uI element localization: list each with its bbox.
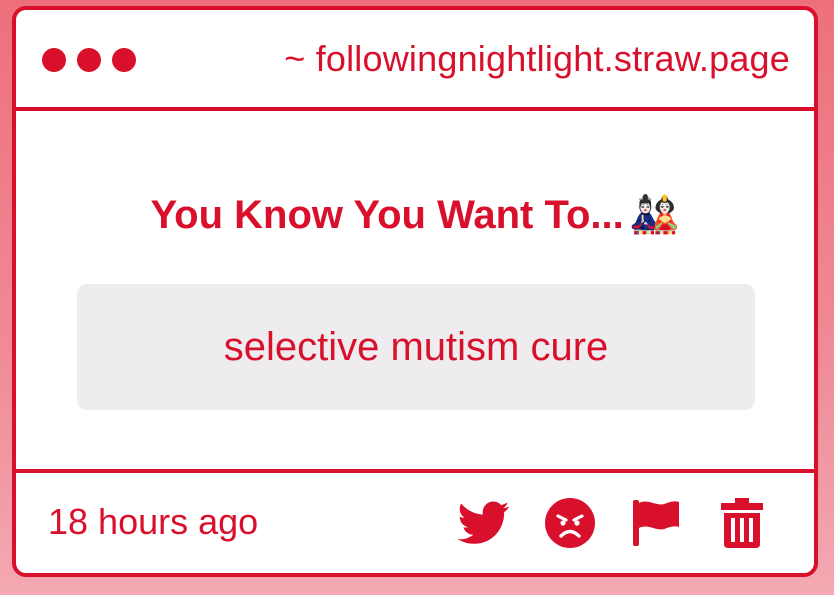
angry-face-icon (545, 498, 595, 548)
window-controls (42, 48, 136, 72)
report-flag-button[interactable] (630, 497, 682, 549)
answer-text: selective mutism cure (223, 324, 609, 369)
trash-icon (721, 498, 763, 548)
window-dot-3[interactable] (112, 48, 136, 72)
twitter-share-button[interactable] (458, 497, 510, 549)
action-bar (458, 497, 768, 549)
dolls-emoji-icon: 🎎 (629, 193, 680, 237)
post-card: ~ followingnightlight.straw.page You Kno… (12, 6, 818, 577)
post-content: You Know You Want To... 🎎 selective mutis… (16, 111, 814, 469)
post-title-text: You Know You Want To... (150, 193, 624, 237)
post-footer: 18 hours ago (16, 469, 814, 573)
flag-icon (633, 500, 679, 546)
delete-button[interactable] (716, 497, 768, 549)
window-titlebar: ~ followingnightlight.straw.page (16, 10, 814, 111)
twitter-bird-icon (458, 501, 510, 544)
page-url[interactable]: ~ followingnightlight.straw.page (284, 38, 790, 80)
window-dot-2[interactable] (77, 48, 101, 72)
angry-reaction-button[interactable] (544, 497, 596, 549)
window-dot-1[interactable] (42, 48, 66, 72)
post-title: You Know You Want To... 🎎 (16, 191, 814, 238)
answer-box: selective mutism cure (77, 284, 755, 410)
timestamp: 18 hours ago (48, 501, 259, 542)
